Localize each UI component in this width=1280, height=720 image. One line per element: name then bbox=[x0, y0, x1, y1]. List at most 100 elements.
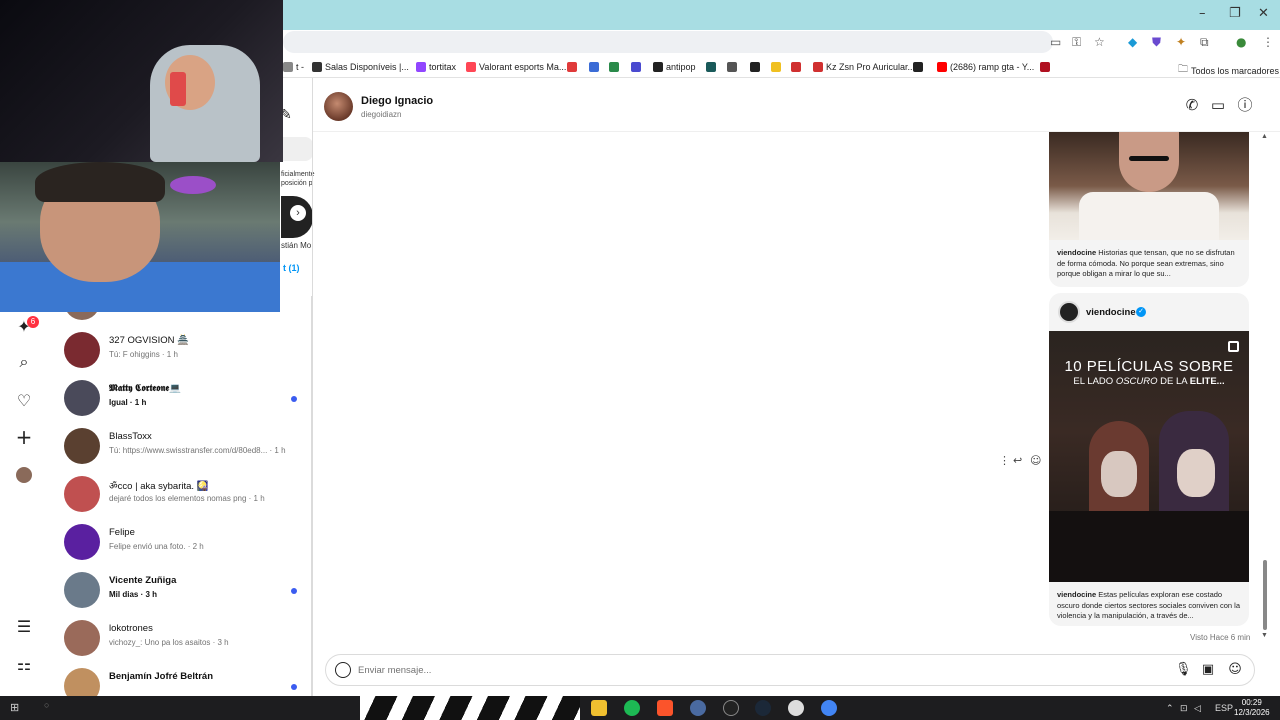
bookmark-label: t - bbox=[296, 62, 304, 72]
bookmark-item[interactable] bbox=[589, 62, 599, 72]
search-icon[interactable]: ⌕ bbox=[14, 352, 34, 372]
carousel-icon bbox=[1228, 341, 1239, 352]
shared-post[interactable]: viendocine Historias que tensan, que no … bbox=[1049, 132, 1249, 287]
scroll-down-icon[interactable]: ▼ bbox=[1261, 632, 1268, 639]
conversation-item[interactable]: lokotrones vichozy_: Uno pa los asaitos ·… bbox=[64, 616, 311, 664]
volume-icon[interactable]: ◁ bbox=[1194, 703, 1201, 714]
cast-icon[interactable]: ▭ bbox=[1050, 35, 1061, 49]
reply-icon[interactable]: ↩ bbox=[1013, 454, 1022, 467]
extension-icon[interactable]: ✦ bbox=[1176, 35, 1186, 49]
bookmark-item[interactable] bbox=[771, 62, 781, 72]
bookmark-item[interactable] bbox=[706, 62, 716, 72]
profile-avatar-icon[interactable]: ● bbox=[1236, 35, 1246, 49]
conversation-item[interactable]: Vicente Zuñiga Mil dias · 3 h bbox=[64, 568, 311, 616]
windows-start-icon[interactable]: ⊞ bbox=[10, 701, 24, 715]
post-author-avatar[interactable] bbox=[1058, 301, 1080, 323]
conversation-item[interactable]: 327 OGVISION 🏯 Tú: F ohiggins · 1 h bbox=[64, 328, 311, 376]
grid-icon[interactable]: ⚏ bbox=[14, 654, 34, 674]
obs-icon[interactable] bbox=[723, 700, 739, 716]
language-indicator[interactable]: ESP bbox=[1215, 703, 1233, 713]
bookmark-item[interactable]: Kz Zsn Pro Auricular... bbox=[813, 62, 915, 72]
address-bar[interactable] bbox=[283, 31, 1053, 53]
scrollbar-thumb[interactable] bbox=[1263, 560, 1267, 630]
bookmark-item[interactable]: (2686) ramp gta - Y... bbox=[937, 62, 1034, 72]
bookmark-item[interactable] bbox=[609, 62, 619, 72]
more-options-icon[interactable]: ⋮ bbox=[999, 454, 1010, 467]
app-icon[interactable] bbox=[788, 700, 804, 716]
bookmark-item[interactable]: Salas Disponíveis |... bbox=[312, 62, 409, 72]
bookmark-item[interactable] bbox=[1040, 62, 1050, 72]
bookmark-item[interactable] bbox=[727, 62, 737, 72]
profile-avatar[interactable] bbox=[16, 467, 32, 483]
bookmark-star-icon[interactable]: ☆ bbox=[1094, 35, 1105, 49]
message-composer[interactable]: Enviar mensaje... 🎙 ▣ ☺ bbox=[325, 654, 1255, 686]
conversation-item[interactable]: Benjamín Jofré Beltrán bbox=[64, 664, 311, 696]
screen: – ❐ ✕ ▭ ⚿ ☆ ◆ ⛊ ✦ ⧉ ● ⋮ t - Salas Disponí… bbox=[0, 0, 1280, 720]
clock-time: 00:29 bbox=[1241, 698, 1262, 707]
plus-icon[interactable]: + bbox=[14, 425, 34, 449]
bookmark-item[interactable] bbox=[750, 62, 760, 72]
file-explorer-icon[interactable] bbox=[591, 700, 607, 716]
app-icon[interactable] bbox=[690, 700, 706, 716]
message-input[interactable]: Enviar mensaje... bbox=[358, 665, 431, 676]
close-button[interactable]: ✕ bbox=[1258, 6, 1269, 21]
chevron-right-icon[interactable]: › bbox=[290, 205, 306, 221]
react-emoji-icon[interactable]: ☺ bbox=[1030, 454, 1041, 467]
key-icon[interactable]: ⚿ bbox=[1072, 35, 1081, 50]
post-image[interactable]: 10 PELÍCULAS SOBRE EL LADO OSCURO DE LA … bbox=[1049, 331, 1249, 582]
phone-icon[interactable]: ✆ bbox=[1183, 96, 1201, 114]
avatar bbox=[64, 380, 100, 416]
image-icon[interactable]: ▣ bbox=[1200, 662, 1216, 678]
emoji-icon[interactable] bbox=[335, 662, 351, 678]
bookmark-item[interactable]: tortitax bbox=[416, 62, 456, 72]
puzzle-icon[interactable]: ⧉ bbox=[1200, 35, 1209, 50]
microphone-icon[interactable]: 🎙 bbox=[1175, 662, 1192, 678]
conversation-item[interactable]: BlassToxx Tú: https://www.swisstransfer.c… bbox=[64, 424, 311, 472]
conversation-item[interactable]: 𝕸𝖆𝖙𝖙𝖞 𝕮𝖔𝖗𝖙𝖊𝖔𝖓𝖊💻 Igual · 1 h bbox=[64, 376, 311, 424]
bookmark-item[interactable] bbox=[913, 62, 923, 72]
post-image[interactable] bbox=[1049, 132, 1249, 240]
bookmark-item[interactable] bbox=[567, 62, 577, 72]
brave-icon[interactable] bbox=[657, 700, 673, 716]
requests-link[interactable]: t (1) bbox=[283, 263, 300, 273]
bookmark-item[interactable]: Valorant esports Ma... bbox=[466, 62, 566, 72]
minimize-button[interactable]: – bbox=[1199, 6, 1206, 21]
image-detail bbox=[1079, 192, 1219, 240]
extension-icon[interactable]: ◆ bbox=[1128, 35, 1137, 49]
restore-button[interactable]: ❐ bbox=[1229, 6, 1241, 21]
story-note: ficialmente posición p bbox=[281, 171, 315, 187]
image-detail bbox=[1119, 132, 1179, 192]
scroll-up-icon[interactable]: ▲ bbox=[1261, 133, 1268, 140]
bookmark-item[interactable]: antipop bbox=[653, 62, 696, 72]
chrome-icon[interactable] bbox=[821, 700, 837, 716]
network-icon[interactable]: ⊡ bbox=[1180, 703, 1188, 714]
steam-icon[interactable] bbox=[755, 700, 771, 716]
conversation-snippet: Mil dias · 3 h bbox=[109, 590, 158, 599]
conversation-name: Felipe bbox=[109, 527, 135, 538]
post-author-name[interactable]: viendocine bbox=[1086, 307, 1136, 318]
chevron-up-icon[interactable]: ⌃ bbox=[1166, 703, 1174, 714]
search-icon[interactable]: ○ bbox=[44, 700, 49, 710]
chat-avatar[interactable] bbox=[324, 92, 353, 121]
info-icon[interactable]: ⓘ bbox=[1236, 96, 1254, 114]
conversation-snippet: dejaré todos los elementos nomas png · 1… bbox=[109, 494, 265, 503]
search-input[interactable] bbox=[283, 137, 313, 161]
bookmark-item[interactable]: t - bbox=[283, 62, 304, 72]
sticker-icon[interactable]: ☺ bbox=[1227, 662, 1243, 678]
video-icon[interactable]: ▭ bbox=[1209, 96, 1227, 114]
heart-icon[interactable]: ♡ bbox=[14, 390, 34, 410]
clock[interactable]: 00:29 12/3/2026 bbox=[1234, 698, 1270, 718]
title-segment: EL LADO bbox=[1073, 376, 1116, 387]
bookmark-item[interactable] bbox=[631, 62, 641, 72]
conversation-item[interactable]: Felipe Felipe envió una foto. · 2 h bbox=[64, 520, 311, 568]
caption-user: viendocine bbox=[1057, 590, 1097, 599]
all-bookmarks-folder[interactable]: 🗀 Todos los marcadores bbox=[1178, 62, 1279, 79]
spotify-icon[interactable] bbox=[624, 700, 640, 716]
bookmark-item[interactable] bbox=[791, 62, 801, 72]
shield-extension-icon[interactable]: ⛊ bbox=[1152, 35, 1161, 50]
shared-post[interactable]: viendocine ✓ 10 PELÍCULAS SOBRE EL LADO … bbox=[1049, 293, 1249, 626]
conversation-item[interactable]: ॐcco | aka sybarita. 🎑 dejaré todos los e… bbox=[64, 472, 311, 520]
more-menu-icon[interactable]: ⋮ bbox=[1262, 35, 1274, 49]
menu-icon[interactable]: ☰ bbox=[14, 616, 34, 636]
chat-name[interactable]: Diego Ignacio bbox=[361, 95, 433, 107]
